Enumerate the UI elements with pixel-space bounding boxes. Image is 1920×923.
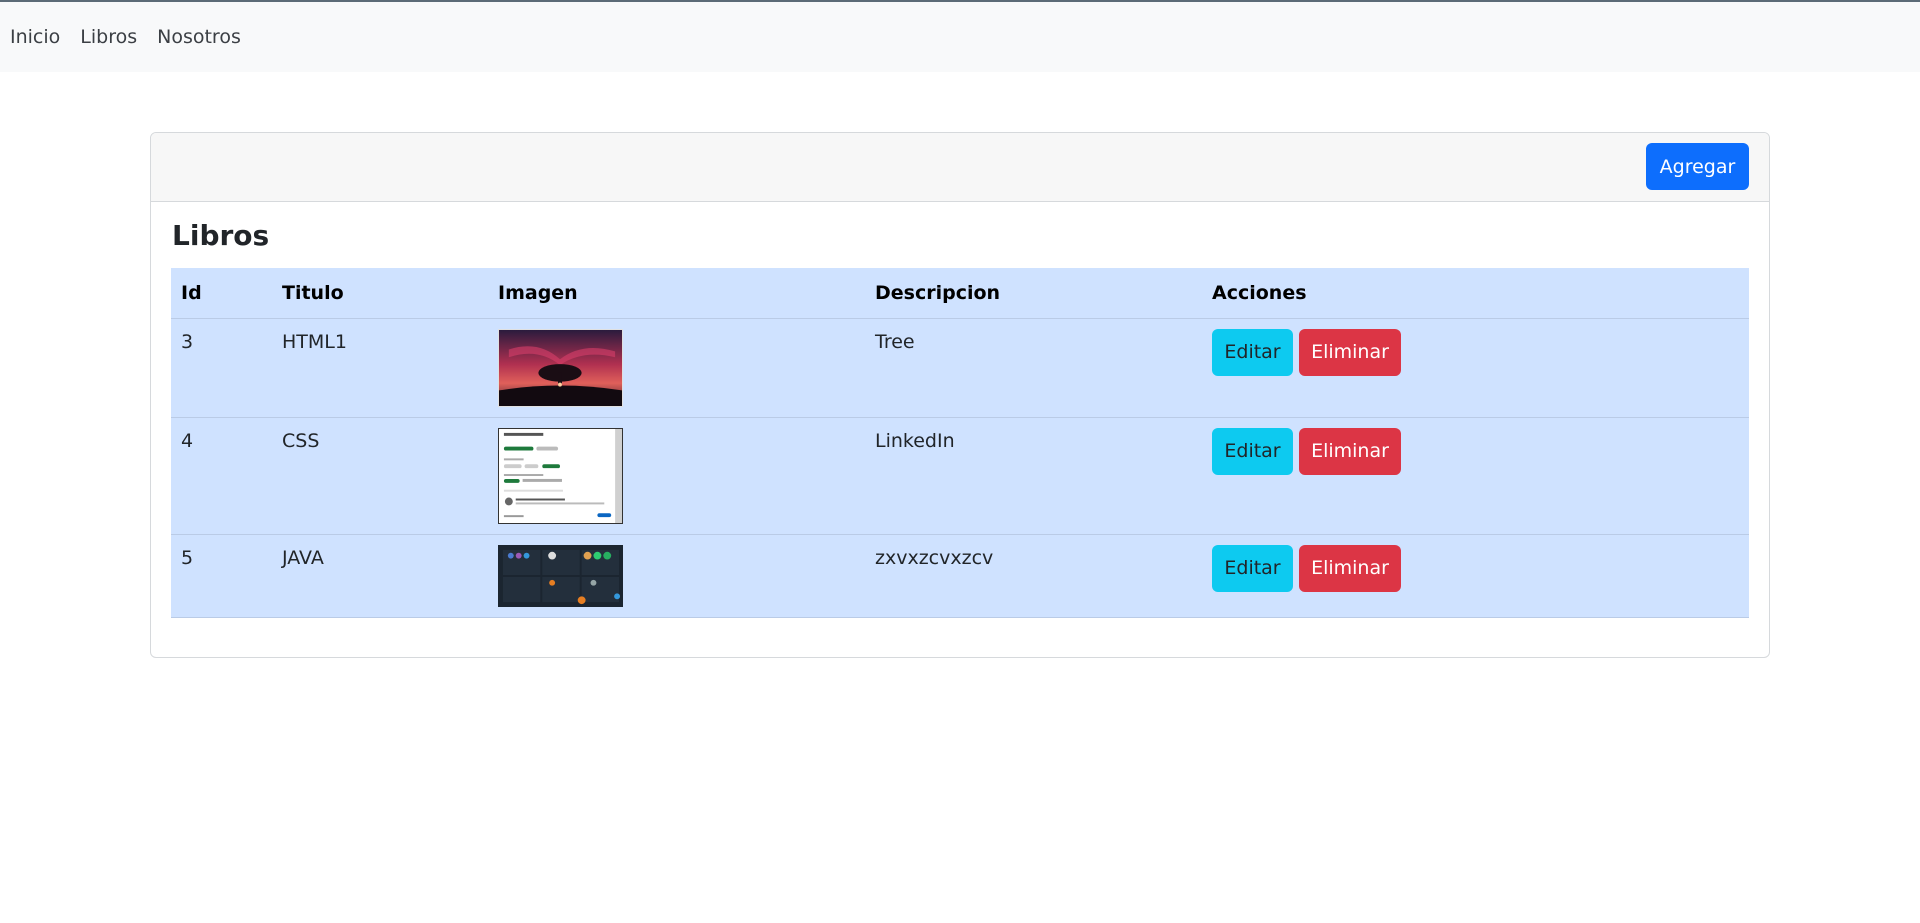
edit-button[interactable]: Editar [1212, 427, 1293, 475]
table-row: 4 CSS LinkedIn Editar Eliminar [171, 417, 1749, 535]
cell-description: Tree [865, 318, 1202, 418]
cell-id: 5 [171, 534, 272, 618]
cell-image [488, 417, 865, 535]
cell-title: CSS [272, 417, 488, 535]
edit-button[interactable]: Editar [1212, 544, 1293, 592]
cell-actions: Editar Eliminar [1202, 417, 1749, 535]
linkedin-screenshot-thumbnail [498, 427, 623, 524]
table-row: 5 JAVA zxvxzcvxzcv Editar Eliminar [171, 534, 1749, 618]
cell-title: HTML1 [272, 318, 488, 418]
books-card: Agregar Libros Id Titulo Imagen Descripc… [150, 132, 1770, 658]
cell-description: LinkedIn [865, 417, 1202, 535]
cell-image [488, 534, 865, 618]
dark-dashboard-thumbnail [498, 544, 623, 607]
edit-button[interactable]: Editar [1212, 328, 1293, 376]
delete-button[interactable]: Eliminar [1299, 328, 1401, 376]
table-row: 3 HTML1 Tree Editar Eliminar [171, 318, 1749, 418]
books-table: Id Titulo Imagen Descripcion Acciones 3 … [171, 268, 1749, 618]
header-id: Id [171, 268, 272, 319]
add-book-button[interactable]: Agregar [1646, 143, 1749, 190]
table-header-row: Id Titulo Imagen Descripcion Acciones [171, 268, 1749, 319]
cell-description: zxvxzcvxzcv [865, 534, 1202, 618]
header-title: Titulo [272, 268, 488, 319]
cell-title: JAVA [272, 534, 488, 618]
nav-link-inicio[interactable]: Inicio [10, 26, 60, 48]
header-description: Descripcion [865, 268, 1202, 319]
nav-link-nosotros[interactable]: Nosotros [157, 26, 241, 48]
cell-actions: Editar Eliminar [1202, 534, 1749, 618]
cell-id: 4 [171, 417, 272, 535]
header-actions: Acciones [1202, 268, 1749, 319]
navbar: Inicio Libros Nosotros [0, 2, 1920, 72]
nav-link-libros[interactable]: Libros [80, 26, 137, 48]
cell-id: 3 [171, 318, 272, 418]
delete-button[interactable]: Eliminar [1299, 427, 1401, 475]
header-image: Imagen [488, 268, 865, 319]
cell-actions: Editar Eliminar [1202, 318, 1749, 418]
cell-image [488, 318, 865, 418]
delete-button[interactable]: Eliminar [1299, 544, 1401, 592]
sunset-tree-thumbnail [498, 328, 623, 407]
page-title: Libros [172, 219, 270, 252]
card-header: Agregar [151, 133, 1769, 202]
